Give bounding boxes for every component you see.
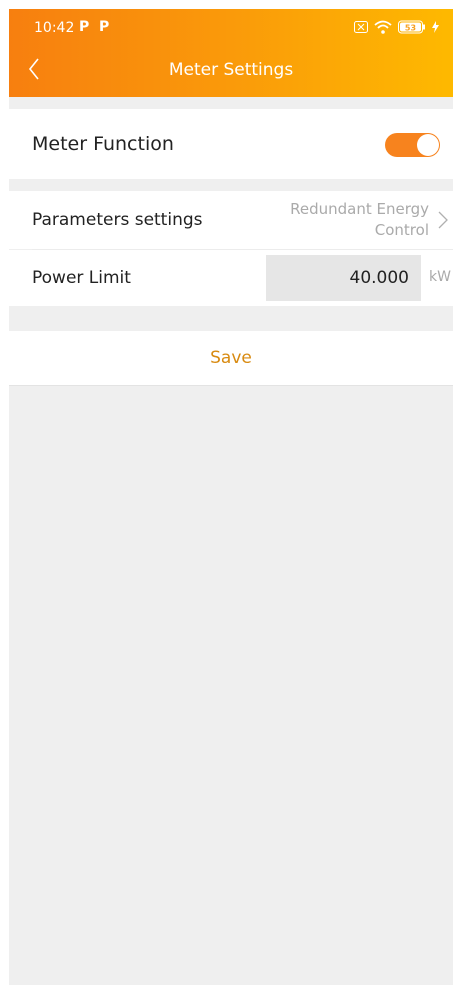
power-limit-label: Power Limit [32, 268, 131, 288]
parameters-settings-label: Parameters settings [32, 210, 203, 230]
wifi-icon [374, 20, 392, 34]
phone-screen: 10:42 P P 53 Meter Settings Meter Functi… [9, 9, 453, 985]
page-title: Meter Settings [168, 60, 294, 80]
save-button[interactable]: Save [9, 331, 453, 386]
meter-function-label: Meter Function [32, 133, 174, 155]
toggle-knob [417, 134, 439, 156]
notification-p-icon: P [99, 19, 110, 35]
meter-function-row: Meter Function [9, 109, 453, 179]
parameters-value-line2: Control [374, 221, 429, 239]
status-icons: 53 [354, 19, 439, 35]
section-gap [9, 97, 453, 109]
parameters-value-line1: Redundant Energy [290, 200, 429, 218]
parameters-settings-value: Redundant Energy Control [290, 199, 429, 241]
notification-p-icon: P [79, 19, 90, 35]
chevron-right-icon [438, 211, 448, 229]
status-time: 10:42 [34, 20, 75, 36]
save-label: Save [210, 348, 252, 368]
sim-icon [354, 21, 368, 33]
parameters-settings-row[interactable]: Parameters settings Redundant Energy Con… [9, 191, 453, 249]
power-limit-row: Power Limit 40.000 kW [9, 250, 453, 306]
app-header: 10:42 P P 53 Meter Settings [9, 9, 453, 97]
power-limit-value: 40.000 [349, 268, 409, 288]
charging-icon [432, 21, 439, 33]
meter-function-toggle[interactable] [385, 133, 440, 157]
battery-level: 53 [405, 24, 416, 33]
power-limit-unit: kW [429, 269, 451, 285]
power-limit-input[interactable]: 40.000 [266, 255, 421, 301]
battery-icon: 53 [398, 20, 425, 34]
